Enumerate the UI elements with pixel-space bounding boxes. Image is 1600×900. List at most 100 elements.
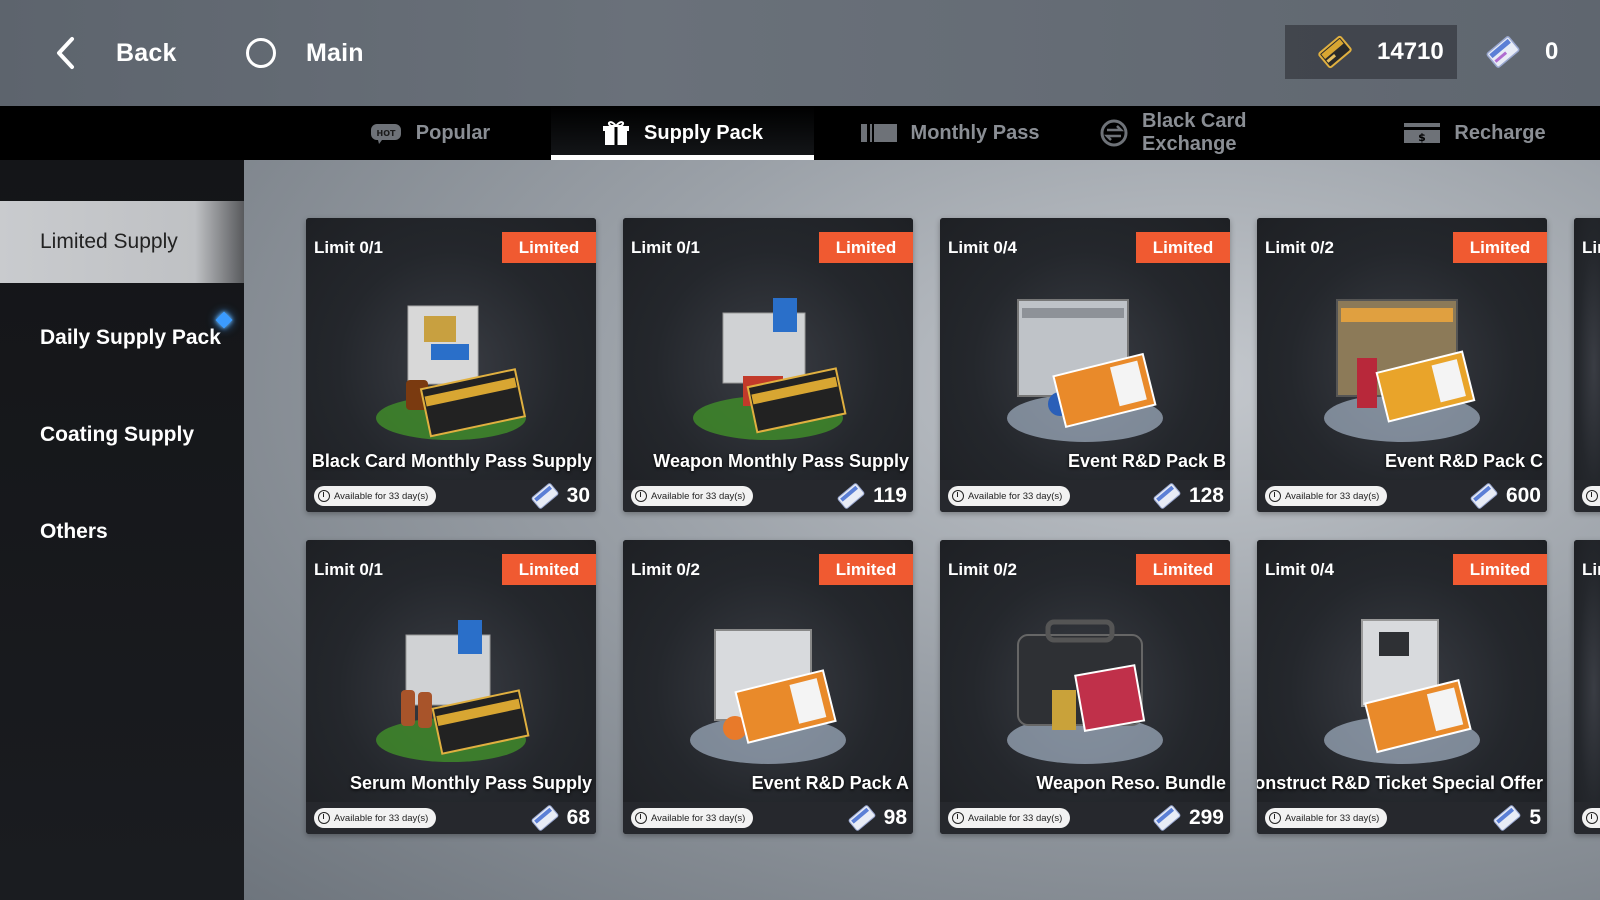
sidebar-item-label: Coating Supply — [40, 423, 194, 446]
pack-card-weapon-monthly-pass[interactable]: Limit 0/1 Limited Weapon Monthly Pass Su… — [623, 218, 913, 512]
tab-popular[interactable]: HOT Popular — [360, 106, 500, 160]
clock-icon — [635, 490, 647, 502]
pack-grid: Limit 0/1 Limited Black Card Monthly Pas… — [244, 160, 1600, 900]
pack-card-partial[interactable]: Lin — [1574, 218, 1600, 512]
back-button[interactable]: Back — [52, 30, 177, 76]
purchase-limit: Lin — [1582, 560, 1600, 579]
pack-card-black-card-monthly-pass[interactable]: Limit 0/1 Limited Black Card Monthly Pas… — [306, 218, 596, 512]
purchase-limit: Limit 0/1 — [314, 238, 383, 257]
pack-card-event-rd-pack-a[interactable]: Limit 0/2 Limited Event R&D Pack A Avail… — [623, 540, 913, 834]
clock-icon — [635, 812, 647, 824]
limited-badge: Limited — [819, 554, 913, 585]
clock-icon — [1586, 490, 1598, 502]
pack-card-partial[interactable]: Lin — [1574, 540, 1600, 834]
limited-badge: Limited — [1453, 554, 1547, 585]
clock-icon — [1269, 812, 1281, 824]
pack-name: Event R&D Pack A — [751, 773, 909, 793]
availability-pill: Available for 33 day(s) — [948, 808, 1071, 828]
tab-supply-pack-label: Supply Pack — [644, 121, 763, 144]
card-footer: Available for 33 day(s) 30 — [306, 480, 596, 512]
crystal-currency[interactable]: 0 — [1470, 25, 1588, 79]
limited-badge: Limited — [1453, 232, 1547, 263]
tab-monthly-pass[interactable]: Monthly Pass — [860, 106, 1040, 160]
price-value: 5 — [1529, 806, 1541, 829]
hot-icon: HOT — [370, 122, 402, 144]
sidebar: Limited Supply Daily Supply Pack Coating… — [0, 160, 244, 900]
main-button[interactable]: Main — [246, 30, 364, 76]
price-value: 600 — [1505, 484, 1541, 507]
svg-text:$: $ — [1419, 131, 1427, 144]
price-value: 30 — [566, 484, 590, 507]
crystal-card-icon — [1153, 805, 1181, 831]
pack-name: Construct R&D Ticket Special Offer — [1257, 773, 1543, 793]
availability-text: Available for 33 day(s) — [334, 490, 429, 502]
sidebar-item-label: Others — [40, 520, 108, 543]
limited-badge: Limited — [502, 232, 596, 263]
card-footer: Available for 33 day(s) 98 — [623, 802, 913, 834]
sidebar-item-others[interactable]: Others — [0, 491, 244, 573]
availability-pill: Available for 33 day(s) — [314, 486, 437, 506]
purchase-limit: Limit 0/4 — [1265, 560, 1334, 579]
category-tabs: HOT Popular Supply Pack Monthly Pass Bla… — [0, 106, 1600, 235]
pack-name: Event R&D Pack B — [1067, 451, 1226, 471]
purchase-limit: Limit 0/2 — [948, 560, 1017, 579]
back-label: Back — [116, 38, 177, 67]
sidebar-item-label: Daily Supply Pack — [40, 326, 221, 349]
tab-supply-pack[interactable]: Supply Pack — [551, 106, 814, 160]
price: 128 — [1151, 482, 1224, 510]
availability-pill: Available for 33 day(s) — [1265, 486, 1388, 506]
availability-text: Available for 33 day(s) — [1285, 490, 1380, 502]
availability-text: Available for 33 day(s) — [651, 490, 746, 502]
price-value: 299 — [1188, 806, 1224, 829]
card-footer: Available for 33 day(s) 128 — [940, 480, 1230, 512]
black-card-amount: 14710 — [1377, 38, 1444, 65]
price-value: 98 — [883, 806, 907, 829]
pack-card-weapon-reso-bundle[interactable]: Limit 0/2 Limited Weapon Reso. Bundle Av… — [940, 540, 1230, 834]
top-bar: Back Main 14710 0 — [0, 0, 1600, 106]
price-value: 128 — [1188, 484, 1224, 507]
purchase-limit: Limit 0/1 — [314, 560, 383, 579]
pack-card-serum-monthly-pass[interactable]: Limit 0/1 Limited Serum Monthly Pass Sup… — [306, 540, 596, 834]
black-card-currency[interactable]: 14710 — [1285, 25, 1457, 79]
availability-pill: Available for 33 day(s) — [314, 808, 437, 828]
crystal-card-icon — [531, 483, 559, 509]
clock-icon — [318, 812, 330, 824]
crystal-card-icon — [848, 805, 876, 831]
pack-card-construct-rd-ticket-special-offer[interactable]: Limit 0/4 Limited Construct R&D Ticket S… — [1257, 540, 1547, 834]
clock-icon — [1269, 490, 1281, 502]
price: 68 — [529, 804, 590, 832]
sidebar-item-label: Limited Supply — [40, 230, 178, 253]
crystal-card-icon — [837, 483, 865, 509]
clock-icon — [318, 490, 330, 502]
card-footer — [1574, 802, 1600, 834]
availability-pill — [1582, 486, 1600, 506]
black-card-currency-icon — [1318, 35, 1352, 69]
tab-recharge[interactable]: $ Recharge — [1400, 106, 1550, 160]
price: 30 — [529, 482, 590, 510]
price: 299 — [1151, 804, 1224, 832]
price: 98 — [846, 804, 907, 832]
price: 600 — [1468, 482, 1541, 510]
pass-card-icon — [860, 122, 897, 144]
availability-pill: Available for 33 day(s) — [1265, 808, 1388, 828]
pack-card-event-rd-pack-c[interactable]: Limit 0/2 Limited Event R&D Pack C Avail… — [1257, 218, 1547, 512]
purchase-limit: Limit 0/4 — [948, 238, 1017, 257]
purchase-limit: Limit 0/1 — [631, 238, 700, 257]
availability-pill: Available for 33 day(s) — [631, 808, 754, 828]
tab-black-card-exchange[interactable]: Black Card Exchange — [1100, 106, 1330, 160]
sidebar-item-daily-supply-pack[interactable]: Daily Supply Pack — [0, 297, 244, 379]
crystal-card-icon — [1153, 483, 1181, 509]
sidebar-item-coating-supply[interactable]: Coating Supply — [0, 394, 244, 476]
price-value: 68 — [566, 806, 590, 829]
availability-pill: Available for 33 day(s) — [631, 486, 754, 506]
sidebar-item-limited-supply[interactable]: Limited Supply — [0, 201, 244, 283]
purchase-limit: Limit 0/2 — [1265, 238, 1334, 257]
clock-icon — [1586, 812, 1598, 824]
home-ring-icon — [246, 38, 276, 68]
main-label: Main — [306, 38, 364, 67]
pack-card-event-rd-pack-b[interactable]: Limit 0/4 Limited Event R&D Pack B Avail… — [940, 218, 1230, 512]
card-footer — [1574, 480, 1600, 512]
card-art-partial — [1574, 540, 1600, 810]
crystal-card-icon — [1470, 483, 1498, 509]
tab-popular-label: Popular — [415, 121, 491, 144]
